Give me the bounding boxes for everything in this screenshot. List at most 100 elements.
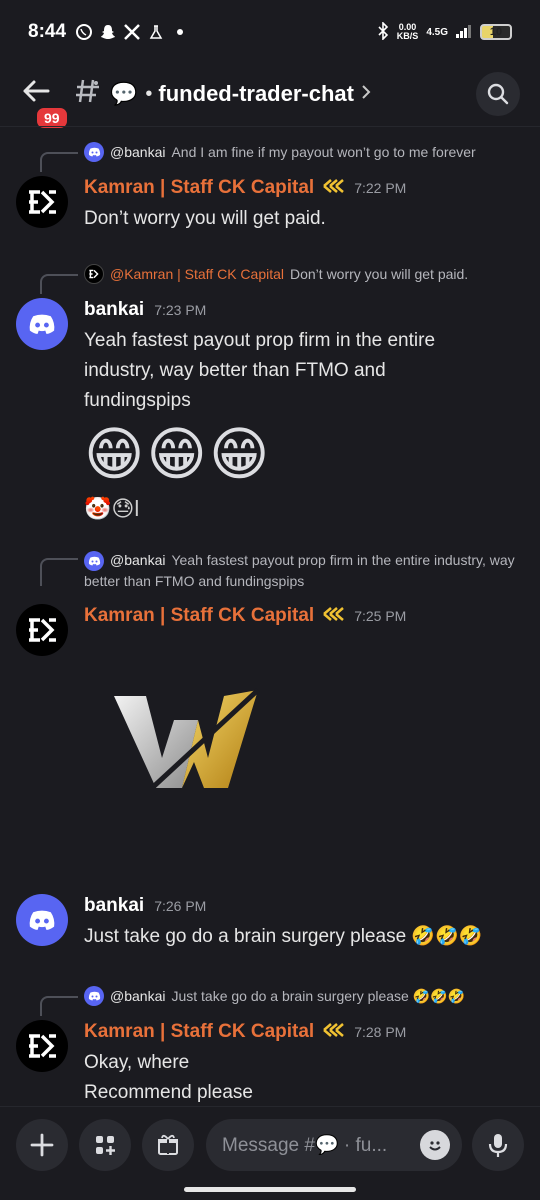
bluetooth-icon bbox=[377, 20, 389, 43]
separator-dot: • bbox=[145, 82, 153, 105]
author-name[interactable]: bankai bbox=[84, 895, 144, 917]
microphone-icon bbox=[488, 1134, 508, 1157]
avatar[interactable] bbox=[16, 604, 68, 656]
message: Kamran | Staff CK Capital 7:28 PM Okay, … bbox=[0, 1016, 540, 1116]
discord-mini-avatar bbox=[84, 551, 104, 572]
message-text-line: industry, way better than FTMO and bbox=[84, 360, 386, 381]
plus-icon bbox=[30, 1133, 54, 1157]
network-speed: 0.00 KB/S bbox=[396, 22, 419, 41]
message-text-line: Recommend please bbox=[84, 1082, 253, 1103]
snapchat-icon bbox=[98, 22, 118, 42]
avatar[interactable] bbox=[16, 298, 68, 350]
battery-level: 10 bbox=[489, 26, 503, 38]
flask-icon bbox=[146, 22, 166, 42]
message: bankai 7:23 PM Yeah fastest payout prop … bbox=[0, 294, 540, 532]
apps-icon bbox=[96, 1136, 115, 1155]
apps-button[interactable] bbox=[79, 1119, 131, 1171]
reply-author: @bankai bbox=[110, 552, 166, 568]
avatar[interactable] bbox=[16, 894, 68, 946]
back-button[interactable]: 99 bbox=[22, 77, 70, 131]
channel-header: 99 💬 • funded-trader-chat bbox=[0, 64, 540, 131]
author-name[interactable]: Kamran | Staff CK Capital bbox=[84, 1021, 314, 1043]
grin-emoji: 😁 bbox=[208, 422, 270, 487]
role-icon bbox=[322, 178, 345, 199]
author-name[interactable]: Kamran | Staff CK Capital bbox=[84, 605, 314, 627]
reply-preview[interactable]: @bankai Yeah fastest payout prop firm in … bbox=[0, 544, 540, 600]
add-button[interactable] bbox=[16, 1119, 68, 1171]
reply-text: Just take go do a brain surgery please 🤣… bbox=[171, 987, 466, 1004]
message-feed[interactable]: @bankai And I am fine if my payout won’t… bbox=[0, 130, 540, 1116]
message-input[interactable]: Message #💬 · fu... bbox=[206, 1119, 462, 1171]
discord-mini-avatar bbox=[84, 142, 104, 162]
composer-bar: Message #💬 · fu... bbox=[0, 1106, 540, 1200]
ck-mini-avatar bbox=[84, 264, 104, 284]
emoji-button[interactable] bbox=[420, 1130, 450, 1160]
gift-icon bbox=[158, 1134, 178, 1155]
status-right: 0.00 KB/S 4.5G 10 bbox=[377, 20, 512, 43]
reply-author: @bankai bbox=[110, 144, 166, 160]
role-icon bbox=[322, 1022, 345, 1043]
grin-emoji: 😁 bbox=[84, 422, 145, 487]
reply-connector bbox=[40, 152, 78, 172]
reply-author: @bankai bbox=[110, 988, 166, 1004]
discord-logo-icon bbox=[29, 910, 55, 930]
channel-name[interactable]: funded-trader-chat bbox=[158, 81, 354, 107]
reply-text: Don’t worry you will get paid. bbox=[290, 266, 469, 282]
ck-logo-icon bbox=[29, 618, 56, 642]
ck-logo-icon bbox=[29, 190, 56, 214]
message-text-line: Yeah fastest payout prop firm in the ent… bbox=[84, 330, 436, 351]
speech-bubble-icon: 💬 bbox=[110, 81, 138, 106]
battery-icon: 10 bbox=[480, 24, 512, 40]
timestamp: 7:28 PM bbox=[354, 1024, 407, 1040]
message-placeholder: Message #💬 · fu... bbox=[222, 1135, 388, 1156]
avatar[interactable] bbox=[16, 1020, 68, 1072]
network-type: 4.5G bbox=[426, 26, 448, 38]
timestamp: 7:26 PM bbox=[154, 898, 207, 914]
search-icon bbox=[487, 83, 509, 105]
x-icon bbox=[122, 22, 142, 42]
home-indicator[interactable] bbox=[184, 1187, 356, 1192]
whatsapp-icon bbox=[74, 22, 94, 42]
message-text-line: Okay, where bbox=[84, 1052, 190, 1073]
reply-connector bbox=[40, 274, 78, 294]
reply-preview[interactable]: @Kamran | Staff CK Capital Don’t worry y… bbox=[0, 254, 540, 294]
reply-preview[interactable]: @bankai And I am fine if my payout won’t… bbox=[0, 132, 540, 172]
notification-dot-icon bbox=[170, 22, 190, 42]
header-divider bbox=[0, 126, 540, 127]
discord-mini-avatar bbox=[84, 986, 104, 1006]
avatar[interactable] bbox=[16, 176, 68, 228]
w-logo-image[interactable] bbox=[112, 688, 540, 803]
message: bankai 7:26 PM Just take go do a brain s… bbox=[0, 890, 540, 976]
reply-author: @Kamran | Staff CK Capital bbox=[110, 266, 284, 282]
voice-button[interactable] bbox=[472, 1119, 524, 1171]
message: Kamran | Staff CK Capital 7:25 PM bbox=[0, 600, 540, 888]
reply-connector bbox=[40, 558, 78, 586]
status-bar: 8:44 0.00 KB/S 4.5G 10 bbox=[0, 0, 540, 64]
unread-badge: 99 bbox=[34, 105, 70, 131]
jumbo-emojis: 😁 😁 😁 bbox=[84, 422, 540, 488]
reply-preview[interactable]: @bankai Just take go do a brain surgery … bbox=[0, 976, 540, 1016]
message-text: Don’t worry you will get paid. bbox=[84, 208, 326, 229]
search-button[interactable] bbox=[476, 72, 520, 116]
discord-logo-icon bbox=[29, 314, 55, 334]
arrow-left-icon bbox=[23, 80, 50, 102]
grin-emoji: 😁 bbox=[146, 422, 207, 487]
timestamp: 7:23 PM bbox=[154, 302, 207, 318]
role-icon bbox=[322, 606, 345, 627]
threads-hash-icon bbox=[74, 77, 102, 112]
author-name[interactable]: Kamran | Staff CK Capital bbox=[84, 177, 314, 199]
emoji-icon bbox=[429, 1141, 441, 1151]
timestamp: 7:25 PM bbox=[354, 608, 407, 624]
chevron-right-icon[interactable] bbox=[360, 81, 372, 107]
signal-icon bbox=[456, 24, 472, 41]
timestamp: 7:22 PM bbox=[354, 180, 407, 196]
gift-button[interactable] bbox=[142, 1119, 194, 1171]
message-text-line: fundingspips bbox=[84, 390, 191, 411]
ck-logo-icon bbox=[29, 1034, 56, 1058]
status-time: 8:44 bbox=[28, 21, 67, 42]
reply-text: And I am fine if my payout won’t go to m… bbox=[171, 144, 476, 160]
message: Kamran | Staff CK Capital 7:22 PM Don’t … bbox=[0, 172, 540, 254]
author-name[interactable]: bankai bbox=[84, 299, 144, 321]
reply-connector bbox=[40, 996, 78, 1016]
reaction-row[interactable]: 🤡😓l bbox=[84, 496, 540, 522]
